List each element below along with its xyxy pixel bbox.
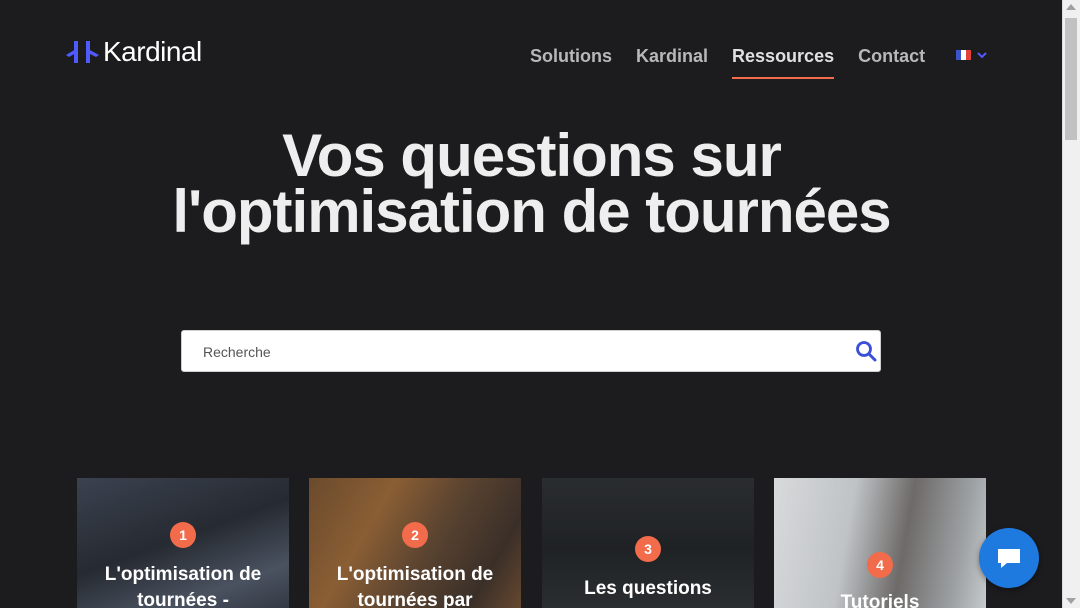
scroll-up-arrow-icon[interactable] <box>1066 4 1076 10</box>
card-number-badge: 1 <box>170 522 196 548</box>
search-icon[interactable] <box>855 340 877 362</box>
card-number-badge: 2 <box>402 522 428 548</box>
card-title-line-1: Tutoriels <box>840 592 920 608</box>
page-title-line-1: Vos questions sur <box>282 122 782 189</box>
card-title-line-1: L'optimisation de <box>336 564 494 585</box>
chevron-down-icon <box>977 52 987 59</box>
card-number-badge: 4 <box>867 552 893 578</box>
card-image <box>774 478 986 608</box>
nav-item-solutions[interactable]: Solutions <box>530 46 612 79</box>
chat-bubble-icon <box>998 549 1020 568</box>
french-flag-icon <box>956 50 971 60</box>
card-title: L'optimisation de tournées - <box>77 562 289 608</box>
vertical-scrollbar[interactable] <box>1062 0 1080 608</box>
logo[interactable]: Kardinal <box>66 36 202 68</box>
page-title-line-2: l'optimisation de tournées <box>172 178 891 245</box>
search-box <box>181 330 881 373</box>
brand-name: Kardinal <box>103 36 202 67</box>
card-title: L'optimisation de tournées par <box>309 562 521 608</box>
scrollbar-thumb[interactable] <box>1065 18 1077 140</box>
card-title-line-1: Les questions <box>584 578 712 599</box>
scroll-down-arrow-icon[interactable] <box>1066 598 1076 604</box>
resource-card-1[interactable]: 1 L'optimisation de tournées - <box>77 478 289 608</box>
page: Kardinal Solutions Kardinal Ressources C… <box>0 0 1063 608</box>
resource-card-3[interactable]: 3 Les questions <box>542 478 754 608</box>
language-selector[interactable] <box>956 50 987 60</box>
card-title: Tutoriels <box>774 590 986 608</box>
card-title-line-1: L'optimisation de <box>104 564 262 585</box>
chat-button[interactable] <box>979 528 1039 588</box>
nav-item-kardinal[interactable]: Kardinal <box>636 46 708 79</box>
page-title: Vos questions sur l'optimisation de tour… <box>0 122 1063 245</box>
nav-item-contact[interactable]: Contact <box>858 46 925 79</box>
main-nav: Solutions Kardinal Ressources Contact <box>530 46 949 79</box>
card-title-line-2: tournées - <box>137 590 229 608</box>
resource-card-2[interactable]: 2 L'optimisation de tournées par <box>309 478 521 608</box>
search-input[interactable] <box>182 331 865 373</box>
nav-item-ressources[interactable]: Ressources <box>732 46 835 79</box>
card-title: Les questions <box>542 576 754 602</box>
card-title-line-2: tournées par <box>357 590 473 608</box>
resource-card-4[interactable]: 4 Tutoriels <box>774 478 986 608</box>
card-number-badge: 3 <box>635 536 661 562</box>
kardinal-logo-icon <box>66 41 99 63</box>
